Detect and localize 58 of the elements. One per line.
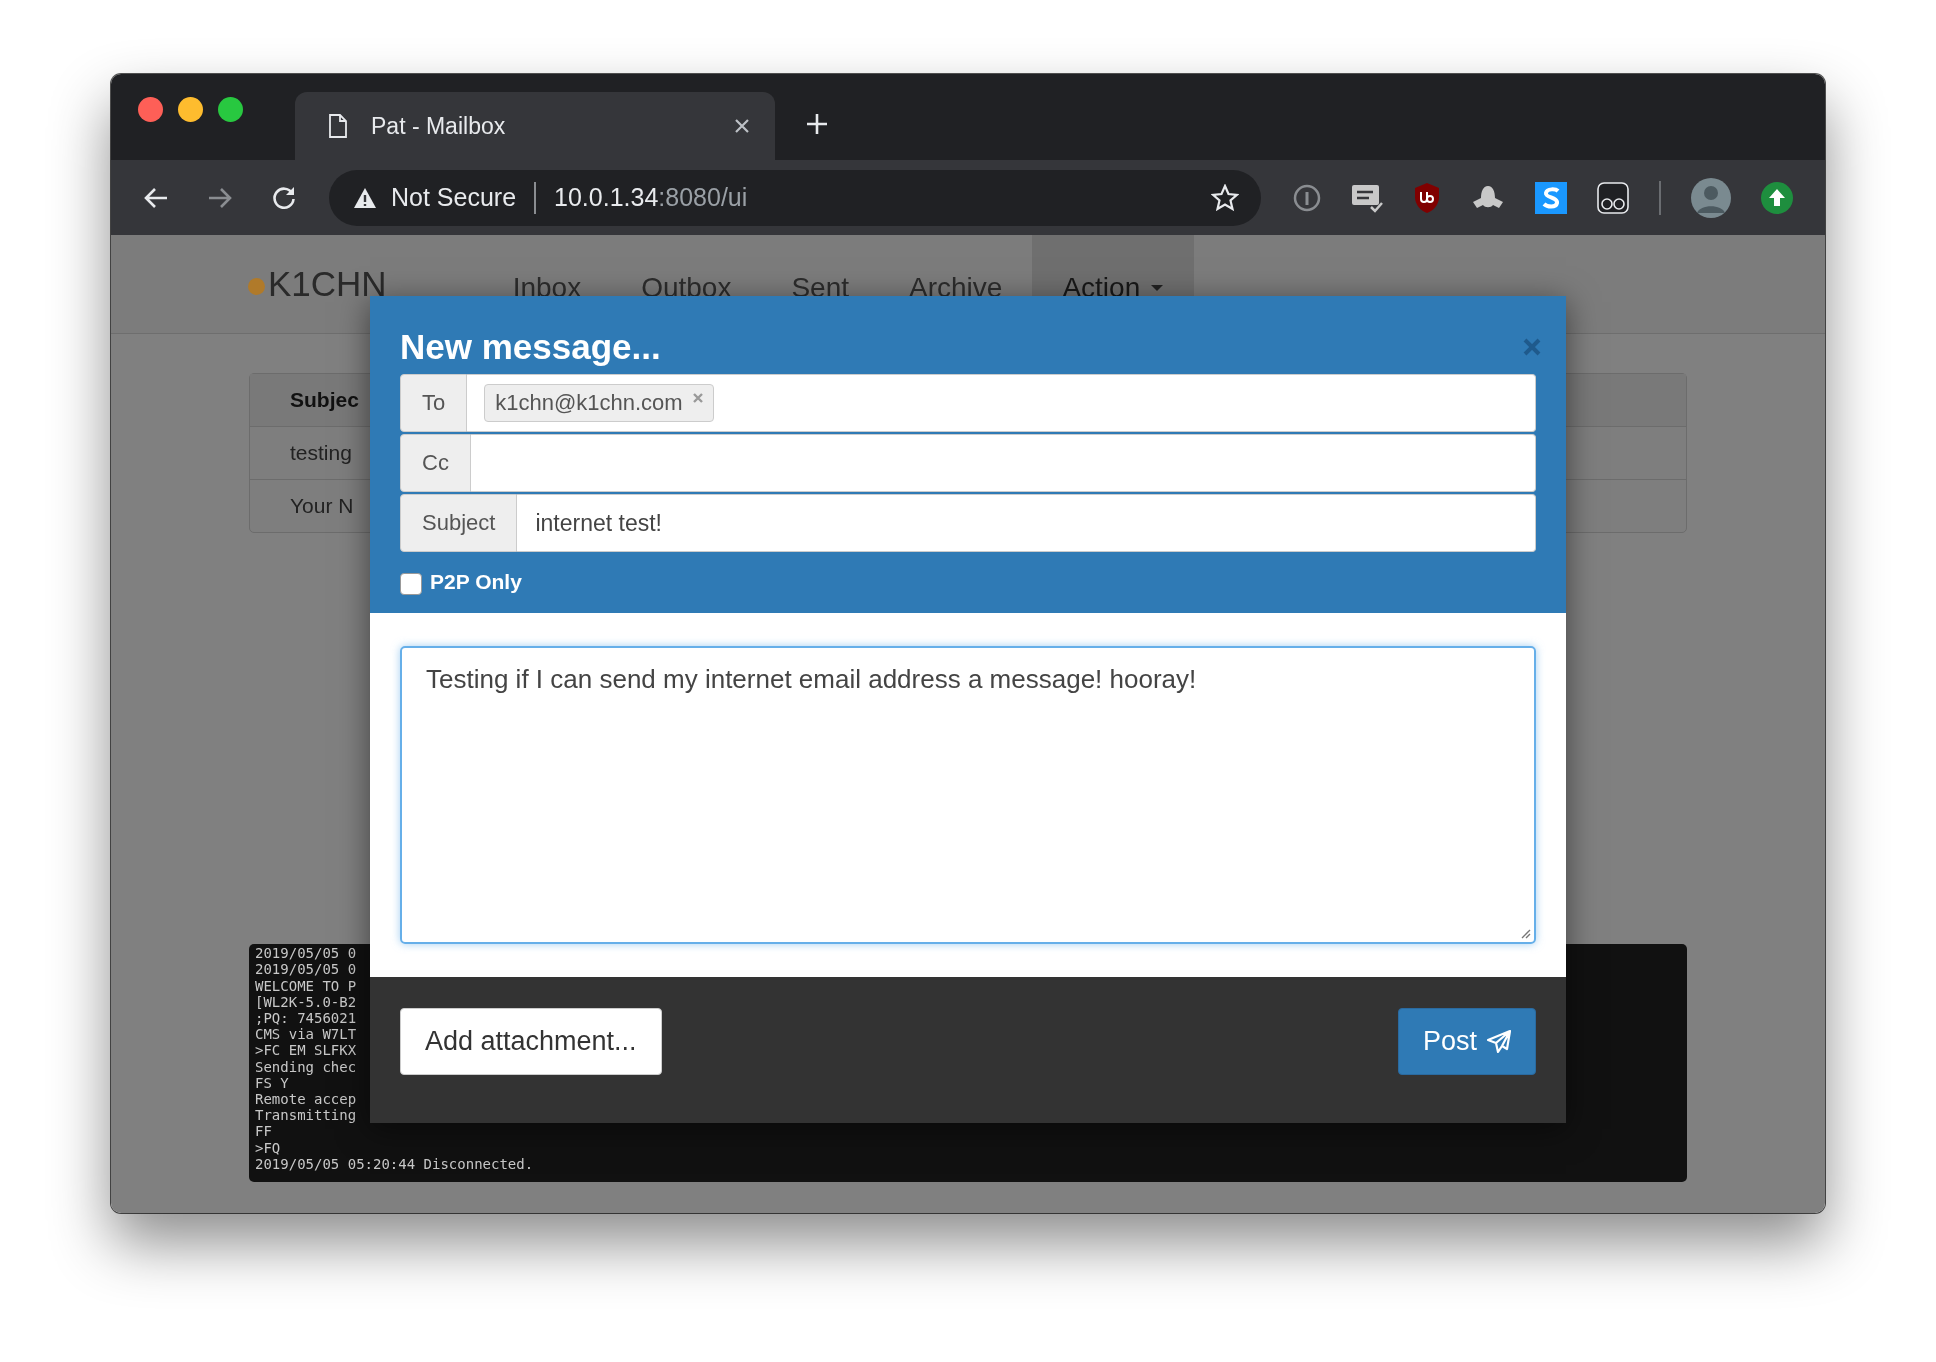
post-button[interactable]: Post [1397,1008,1536,1075]
log-line: Remote accep [255,1091,357,1108]
column-header: Subjec [290,388,359,412]
resize-handle-icon[interactable] [1519,927,1531,939]
caret-icon [1150,284,1165,292]
log-line: >FC EM SLFKX [255,1042,357,1059]
checkbox-label: P2P Only [430,569,522,594]
log-line: Sending chec [255,1058,357,1075]
brand-title: K1CHN [268,264,387,304]
browser-tab[interactable]: Pat - Mailbox [295,92,775,160]
log-line: ;PQ: 7456021 [255,1009,357,1027]
log-line: Transmitting [255,1107,357,1124]
recipient-field[interactable]: k1chn@k1chn.com [467,374,1536,432]
info-icon[interactable] [1293,183,1321,212]
paper-plane-icon [1487,1029,1511,1054]
tag-label: k1chn@k1chn.com [495,390,683,416]
log-line: 2019/05/05 0 [255,961,357,978]
log-line: FS Y [255,1074,289,1091]
attachment-button[interactable]: Add attachment... [400,1008,662,1075]
url-text: 10.0.1.34:8080/ui [554,183,749,212]
back-arrow-icon[interactable] [143,185,169,210]
zoom-window-button[interactable] [218,96,243,122]
field-label: To [400,374,468,432]
table-cell: testing [290,441,352,465]
subject-field[interactable]: internet test! [517,494,1536,552]
log-line: [WL2K-5.0-B2 [255,993,357,1010]
security-label: Not Secure [391,183,517,212]
close-icon[interactable] [733,117,751,135]
css-badge-icon[interactable] [1351,182,1383,213]
reload-icon[interactable] [271,184,297,211]
log-line: WELCOME TO P [255,977,357,994]
plus-icon[interactable] [805,112,829,136]
close-window-button[interactable] [138,96,163,122]
log-line: CMS via W7LT [255,1026,357,1043]
log-line: FF [255,1123,272,1140]
dialog-title: New message... [400,327,661,367]
message-text: Testing if I can send my internet email address a message! hooray! [426,664,1197,694]
minimize-window-button[interactable] [178,96,203,122]
table-cell: Your N [290,494,354,518]
address-bar[interactable]: Not Secure 10.0.1.34:8080/ui [329,169,1261,226]
warning-icon [353,186,377,209]
document-icon [329,114,347,138]
status-dot [248,277,265,295]
tab-title: Pat - Mailbox [371,112,507,140]
shield-icon[interactable] [1413,181,1441,214]
checkbox[interactable] [400,573,422,595]
log-line: 2019/05/05 0 [255,945,357,962]
recipient-field[interactable] [470,434,1536,492]
message-body-field[interactable]: Testing if I can send my internet email address a message! hooray! [400,646,1536,944]
s-logo-icon[interactable] [1535,181,1567,214]
glasses-icon[interactable] [1597,181,1629,214]
log-line: 2019/05/05 05:20:44 Disconnected. [255,1155,534,1172]
forward-arrow-icon[interactable] [207,185,233,210]
field-label: Cc [400,434,471,492]
avatar-icon[interactable] [1691,177,1731,218]
log-line: >FQ [255,1139,281,1156]
star-icon[interactable] [1211,183,1239,212]
field-label: Subject [400,494,518,552]
